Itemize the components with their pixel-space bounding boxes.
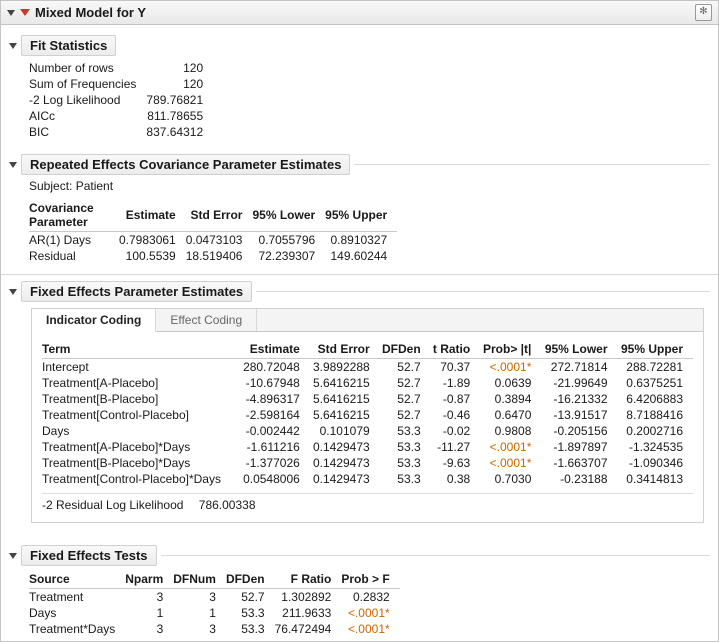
- tab-effect-coding[interactable]: Effect Coding: [156, 309, 257, 331]
- stat-label: Number of rows: [29, 60, 146, 76]
- col-header: t Ratio: [431, 340, 481, 359]
- section-title: Fit Statistics: [21, 35, 116, 56]
- panel-header: Mixed Model for Y ✻: [1, 1, 718, 25]
- table-row: Treatment*Days3353.376.472494<.0001*: [29, 621, 400, 637]
- collapse-icon[interactable]: [9, 162, 17, 168]
- estimates-subpanel: Indicator Coding Effect Coding Term Esti…: [31, 308, 704, 523]
- coding-tabs: Indicator Coding Effect Coding: [32, 309, 703, 332]
- table-row: Sum of Frequencies120: [29, 76, 213, 92]
- covariance-table: Covariance Parameter Estimate Std Error …: [29, 199, 397, 264]
- table-row: Treatment[A-Placebo]-10.679485.641621552…: [42, 375, 693, 391]
- col-header: DFDen: [380, 340, 431, 359]
- main-panel: Mixed Model for Y ✻ Fit Statistics Numbe…: [0, 0, 719, 642]
- stat-label: Sum of Frequencies: [29, 76, 146, 92]
- panel-title: Mixed Model for Y: [35, 5, 146, 20]
- tests-table: Source Nparm DFNum DFDen F Ratio Prob > …: [29, 570, 400, 637]
- repeated-effects-section: Repeated Effects Covariance Parameter Es…: [1, 144, 718, 268]
- table-row: AICc811.78655: [29, 108, 213, 124]
- col-header: Prob> |t|: [480, 340, 541, 359]
- col-header: 95% Lower: [541, 340, 617, 359]
- collapse-icon[interactable]: [9, 553, 17, 559]
- section-title: Fixed Effects Parameter Estimates: [21, 281, 252, 302]
- col-header: 95% Lower: [252, 199, 325, 232]
- table-row: Number of rows120: [29, 60, 213, 76]
- gear-icon[interactable]: ✻: [695, 4, 712, 21]
- fixed-effects-tests-section: Fixed Effects Tests Source Nparm DFNum D…: [1, 535, 718, 641]
- col-header: Estimate: [240, 340, 310, 359]
- table-row: Residual 100.5539 18.519406 72.239307 14…: [29, 248, 397, 264]
- fit-statistics-section: Fit Statistics Number of rows120 Sum of …: [1, 25, 718, 144]
- stat-value: 120: [146, 76, 213, 92]
- section-title: Repeated Effects Covariance Parameter Es…: [21, 154, 350, 175]
- table-row: Intercept280.720483.989228852.770.37<.00…: [42, 359, 693, 376]
- table-row: -2 Log Likelihood789.76821: [29, 92, 213, 108]
- table-row: Treatment[Control-Placebo]*Days0.0548006…: [42, 471, 693, 487]
- table-row: Treatment[Control-Placebo]-2.5981645.641…: [42, 407, 693, 423]
- collapse-icon[interactable]: [7, 10, 15, 16]
- col-header: Estimate: [119, 199, 186, 232]
- table-row: Treatment[A-Placebo]*Days-1.6112160.1429…: [42, 439, 693, 455]
- fixed-effects-estimates-section: Fixed Effects Parameter Estimates Indica…: [1, 281, 718, 535]
- stat-value: 837.64312: [146, 124, 213, 140]
- col-header: 95% Upper: [325, 199, 397, 232]
- table-row: BIC837.64312: [29, 124, 213, 140]
- table-row: Days1153.3211.9633<.0001*: [29, 605, 400, 621]
- stat-value: 811.78655: [146, 108, 213, 124]
- table-row: Treatment[B-Placebo]*Days-1.3770260.1429…: [42, 455, 693, 471]
- stat-label: BIC: [29, 124, 146, 140]
- col-header: DFDen: [226, 570, 275, 589]
- options-icon[interactable]: [20, 9, 30, 16]
- stat-value: 120: [146, 60, 213, 76]
- collapse-icon[interactable]: [9, 43, 17, 49]
- section-title: Fixed Effects Tests: [21, 545, 157, 566]
- subject-label: Subject: Patient: [29, 179, 710, 193]
- fit-statistics-table: Number of rows120 Sum of Frequencies120 …: [29, 60, 213, 140]
- table-row: AR(1) Days 0.7983061 0.0473103 0.7055796…: [29, 232, 397, 249]
- collapse-icon[interactable]: [9, 289, 17, 295]
- col-header: DFNum: [173, 570, 226, 589]
- col-header: Prob > F: [341, 570, 399, 589]
- table-row: Treatment[B-Placebo]-4.8963175.641621552…: [42, 391, 693, 407]
- col-header: Source: [29, 570, 125, 589]
- col-header: Nparm: [125, 570, 173, 589]
- col-header: Std Error: [310, 340, 380, 359]
- residual-loglik: -2 Residual Log Likelihood 786.00338: [42, 493, 693, 512]
- col-header: Covariance Parameter: [29, 199, 119, 232]
- col-header: 95% Upper: [618, 340, 693, 359]
- stat-label: -2 Log Likelihood: [29, 92, 146, 108]
- tab-indicator-coding[interactable]: Indicator Coding: [32, 309, 156, 332]
- table-row: Days-0.0024420.10107953.3-0.020.9808-0.2…: [42, 423, 693, 439]
- stat-value: 789.76821: [146, 92, 213, 108]
- col-header: Term: [42, 340, 240, 359]
- table-row: Treatment3352.71.3028920.2832: [29, 589, 400, 606]
- stat-label: AICc: [29, 108, 146, 124]
- fixed-effects-table: Term Estimate Std Error DFDen t Ratio Pr…: [42, 340, 693, 487]
- col-header: Std Error: [186, 199, 253, 232]
- col-header: F Ratio: [275, 570, 342, 589]
